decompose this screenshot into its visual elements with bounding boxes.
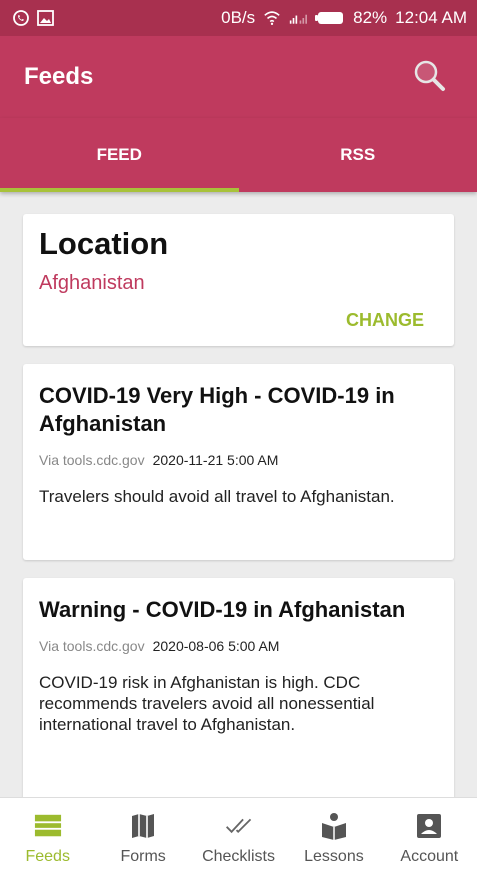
- page-title: Feeds: [24, 63, 94, 90]
- battery-level: 82%: [353, 8, 388, 27]
- feed-item-date: 2020-08-06 5:00 AM: [152, 638, 280, 654]
- tab-rss[interactable]: RSS: [239, 118, 477, 192]
- battery-icon: [315, 10, 345, 26]
- map-icon: [129, 812, 157, 840]
- account-icon: [415, 812, 443, 840]
- feed-item[interactable]: COVID-19 Very High - COVID-19 in Afghani…: [23, 364, 454, 560]
- nav-forms[interactable]: Forms: [95, 798, 190, 879]
- feed-item-body: COVID-19 risk in Afghanistan is high. CD…: [39, 673, 375, 734]
- feed-item-source: Via tools.cdc.gov: [39, 452, 145, 468]
- location-heading: Location: [39, 226, 169, 261]
- image-icon: [36, 10, 54, 26]
- nav-label: Checklists: [202, 847, 275, 865]
- status-left: [12, 10, 54, 26]
- feed-item-date: 2020-11-21 5:00 AM: [152, 452, 279, 468]
- nav-account[interactable]: Account: [382, 798, 477, 879]
- feed-item[interactable]: Warning - COVID-19 in Afghanistan Via to…: [23, 578, 454, 797]
- signal-icon: [289, 10, 308, 26]
- bottom-nav: Feeds Forms Checklists Lessons Account: [0, 797, 477, 879]
- feed-item-body: Travelers should avoid all travel to Afg…: [39, 487, 395, 506]
- location-card: Location Afghanistan CHANGE: [23, 214, 454, 346]
- app-bar: Feeds: [0, 36, 477, 118]
- location-value: Afghanistan: [39, 272, 145, 294]
- clock: 12:04 AM: [395, 8, 467, 27]
- nav-feeds[interactable]: Feeds: [0, 798, 95, 879]
- double-check-icon: [225, 812, 253, 840]
- nav-label: Feeds: [25, 847, 70, 865]
- search-icon: [412, 58, 446, 97]
- feed-list[interactable]: Location Afghanistan CHANGE COVID-19 Ver…: [0, 192, 477, 797]
- nav-lessons[interactable]: Lessons: [286, 798, 381, 879]
- search-button[interactable]: [409, 57, 449, 97]
- feed-item-source: Via tools.cdc.gov: [39, 638, 145, 654]
- nav-label: Account: [400, 847, 459, 865]
- nav-checklists[interactable]: Checklists: [191, 798, 286, 879]
- net-speed: 0B/s: [221, 8, 256, 27]
- whatsapp-icon: [12, 10, 30, 26]
- status-right: 0B/s 82% 12:04 AM: [221, 8, 467, 28]
- feed-item-meta: Via tools.cdc.gov 2020-08-06 5:00 AM: [39, 638, 438, 654]
- nav-label: Lessons: [304, 847, 364, 865]
- wifi-icon: [263, 10, 281, 26]
- list-icon: [34, 812, 62, 840]
- tab-feed[interactable]: FEED: [0, 118, 239, 192]
- tab-bar: FEED RSS: [0, 118, 477, 192]
- reader-icon: [320, 812, 348, 840]
- feed-item-title: COVID-19 Very High - COVID-19 in Afghani…: [39, 383, 395, 436]
- feed-item-title: Warning - COVID-19 in Afghanistan: [39, 597, 406, 622]
- feed-item-meta: Via tools.cdc.gov 2020-11-21 5:00 AM: [39, 452, 438, 468]
- change-location-button[interactable]: CHANGE: [346, 310, 424, 331]
- status-bar: 0B/s 82% 12:04 AM: [0, 0, 477, 36]
- nav-label: Forms: [120, 847, 166, 865]
